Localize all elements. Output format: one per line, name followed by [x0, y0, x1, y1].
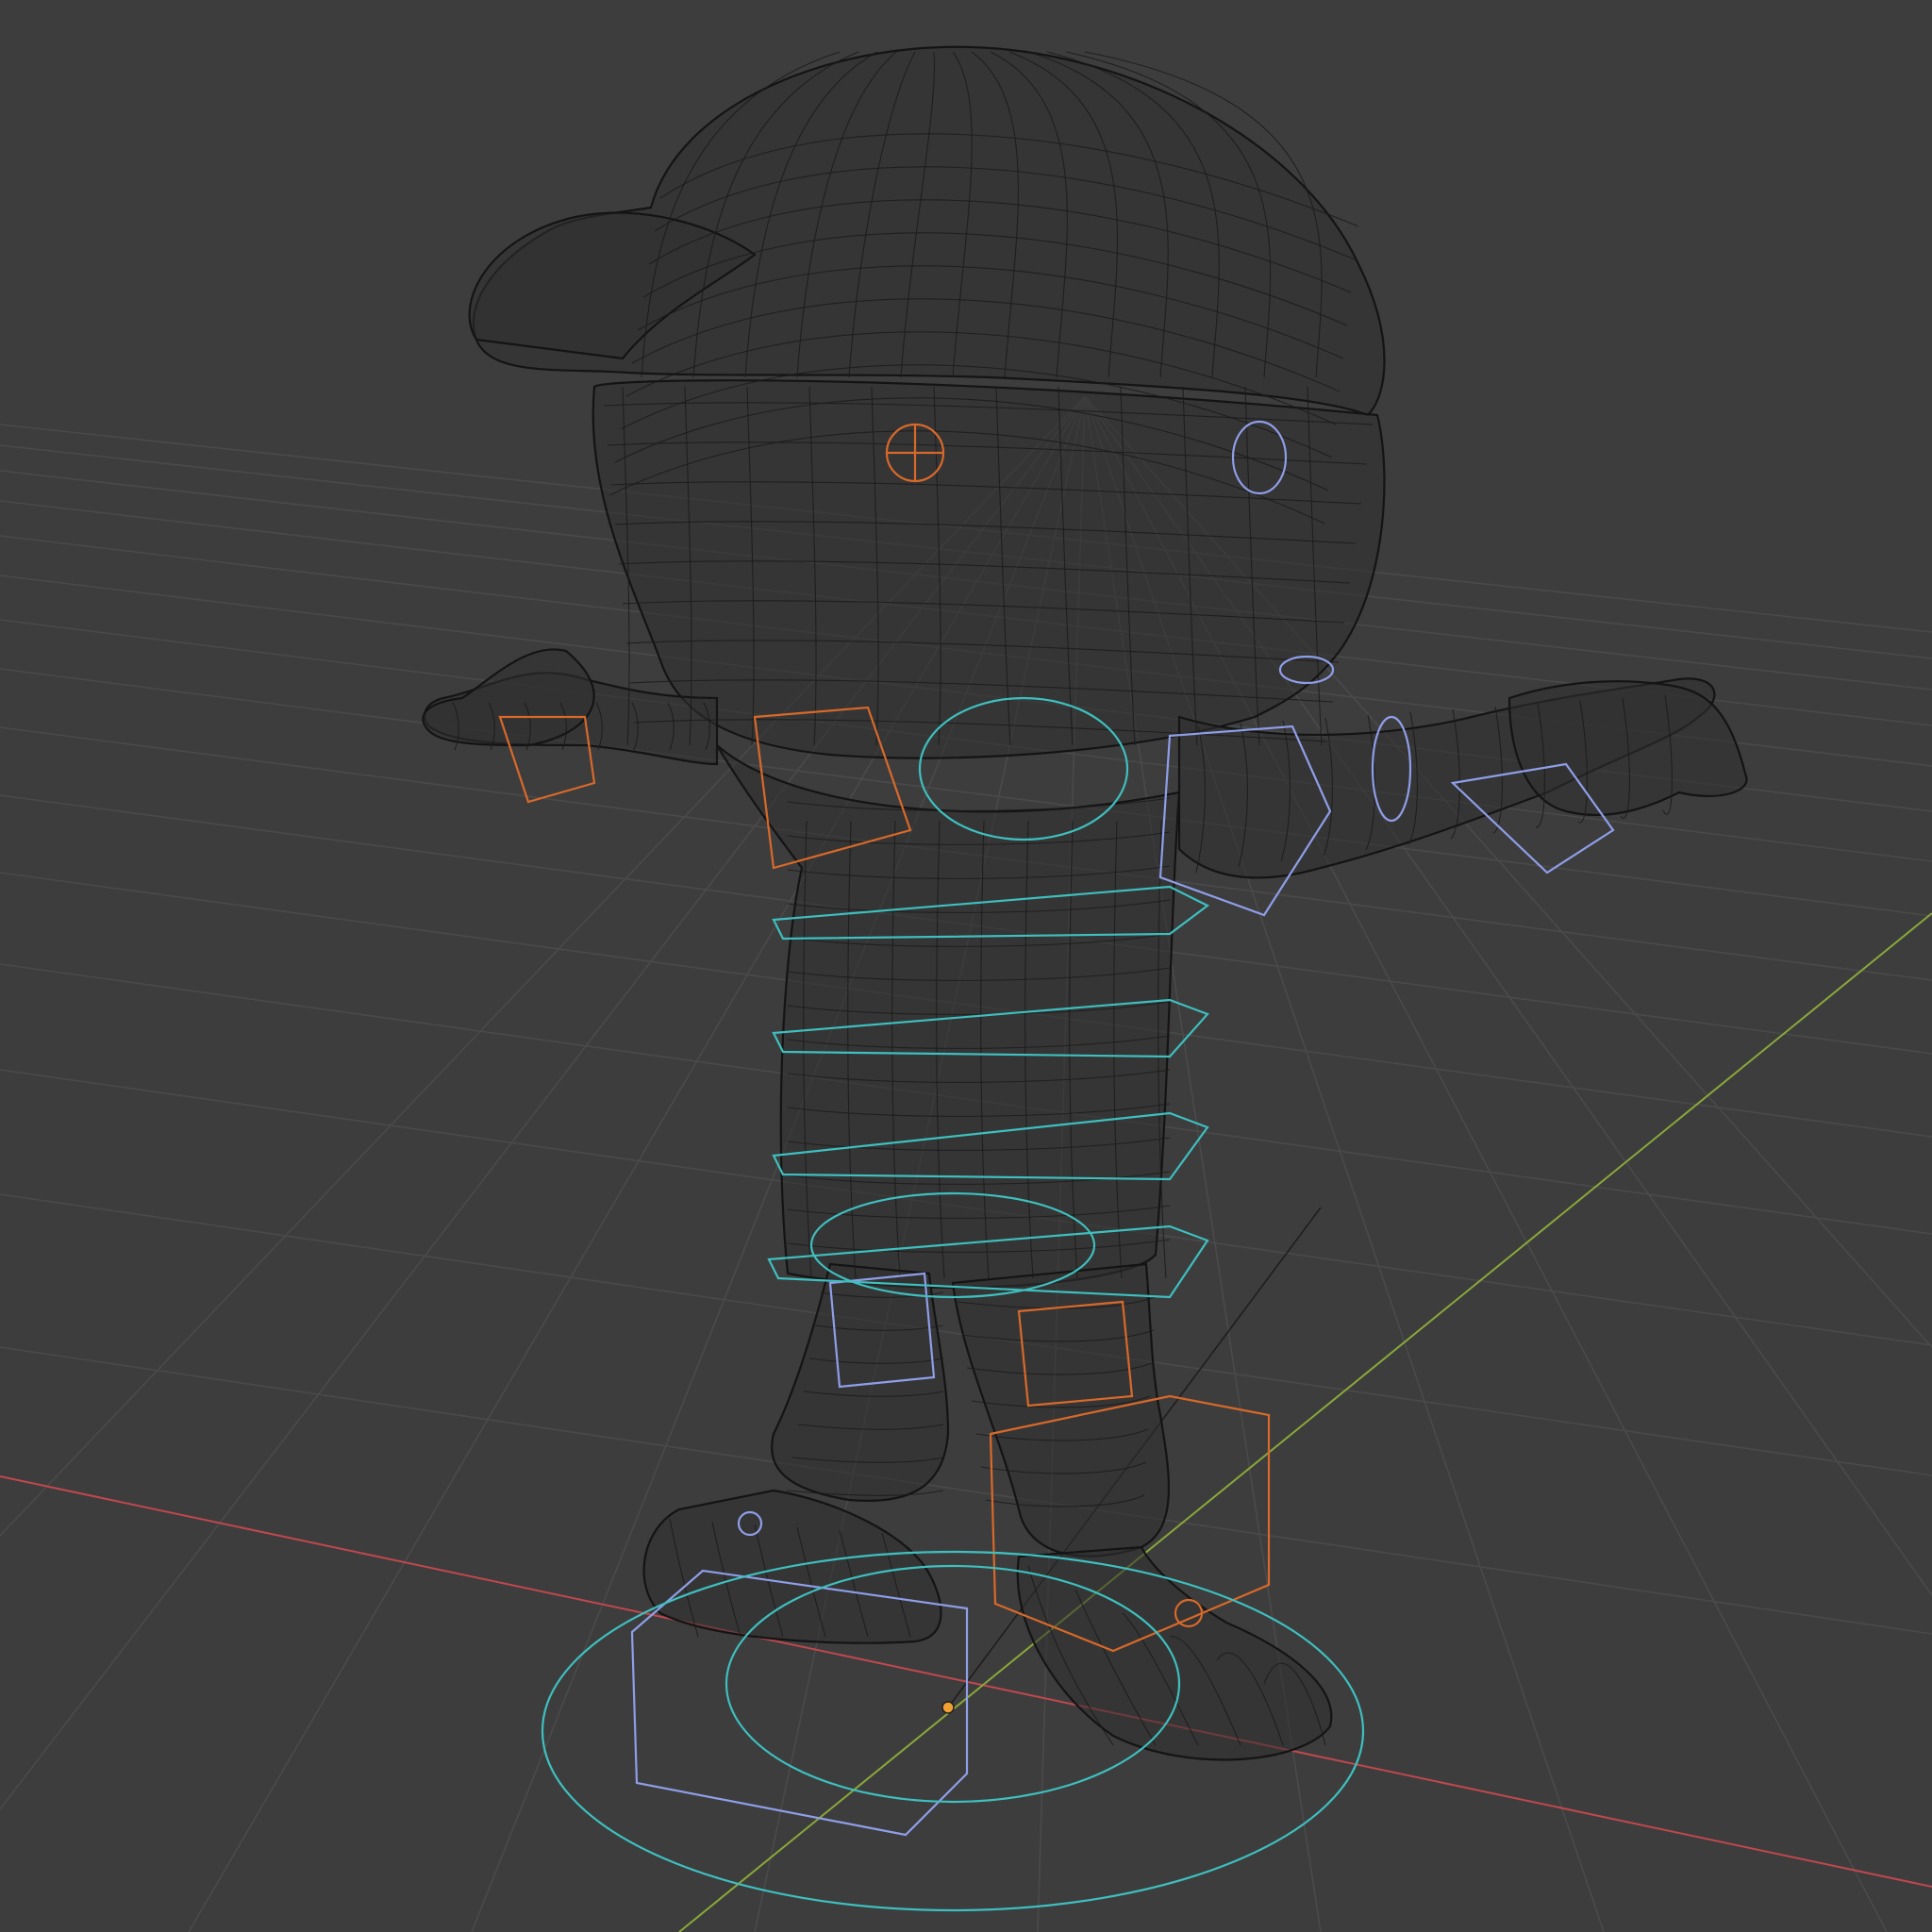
character-mesh[interactable]: [422, 45, 1748, 1761]
torso[interactable]: [716, 744, 1181, 1289]
left-leg[interactable]: [771, 1262, 950, 1502]
grid-line: [0, 1346, 1932, 1635]
viewport-canvas: [0, 45, 1932, 1932]
3d-viewport[interactable]: [0, 0, 1932, 1932]
origin-marker[interactable]: [941, 1701, 955, 1714]
right-foot: [1016, 1545, 1333, 1761]
